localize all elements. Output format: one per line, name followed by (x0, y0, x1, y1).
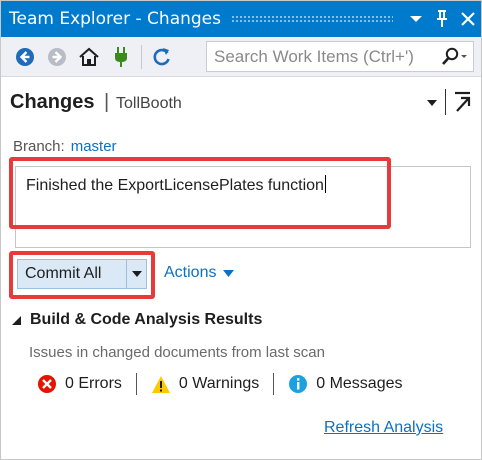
chevron-down-icon (223, 269, 235, 277)
commit-all-button[interactable]: Commit All (18, 265, 126, 283)
forward-icon (48, 47, 66, 66)
actions-label: Actions (164, 264, 217, 281)
title-grip[interactable] (231, 15, 393, 23)
home-icon (79, 47, 99, 66)
close-button[interactable] (455, 6, 481, 32)
connect-button[interactable] (107, 43, 135, 71)
section-title: Build & Code Analysis Results (30, 311, 263, 328)
page-title: Changes (10, 91, 95, 113)
navigate-to-button[interactable] (450, 89, 474, 115)
errors-label: 0 Errors (65, 375, 122, 392)
pin-button[interactable] (429, 6, 455, 32)
pin-icon (437, 10, 447, 27)
messages-label: 0 Messages (316, 375, 403, 392)
error-icon (38, 375, 56, 393)
chevron-down-icon (410, 16, 422, 22)
repo-name: TollBooth (116, 95, 182, 112)
analysis-counts: 0 Errors 0 Warnings 0 Messages (37, 373, 403, 395)
commit-message-value: Finished the ExportLicensePlates functio… (26, 177, 324, 194)
analysis-section-header[interactable]: Build & Code Analysis Results (11, 311, 262, 329)
toolbar-separator (141, 44, 142, 69)
forward-button[interactable] (43, 43, 71, 71)
search-button[interactable] (435, 42, 473, 71)
refresh-analysis-link[interactable]: Refresh Analysis (324, 419, 443, 437)
chevron-down-icon (427, 100, 437, 106)
warnings-count[interactable]: 0 Warnings (151, 375, 259, 394)
text-caret (324, 175, 326, 193)
window-title: Team Explorer - Changes (9, 9, 222, 29)
close-icon (461, 12, 475, 26)
page-dropdown-button[interactable] (424, 95, 440, 111)
title-separator: | (104, 91, 110, 113)
search-icon (442, 47, 467, 65)
toolbar (1, 37, 481, 77)
team-explorer-panel: Team Explorer - Changes Search Work Item… (0, 0, 482, 460)
commit-dropdown-button[interactable] (127, 260, 146, 288)
refresh-icon (153, 47, 170, 65)
window-menu-button[interactable] (403, 6, 429, 32)
commit-message-field[interactable]: Finished the ExportLicensePlates functio… (15, 166, 471, 248)
commit-message-text: Finished the ExportLicensePlates functio… (26, 175, 326, 195)
count-separator (135, 373, 137, 395)
commit-all-split-button: Commit All (17, 259, 147, 289)
analysis-description: Issues in changed documents from last sc… (29, 344, 325, 361)
connect-icon (115, 46, 127, 67)
count-separator (273, 373, 275, 395)
collapse-triangle-icon (12, 315, 21, 325)
branch-link[interactable]: master (71, 138, 117, 155)
search-box (206, 41, 474, 72)
branch-row: Branch: master (13, 138, 117, 155)
page-header: Changes | TollBooth (1, 81, 481, 127)
back-icon (16, 47, 34, 66)
branch-label: Branch: (13, 138, 65, 155)
chevron-down-icon (131, 271, 142, 277)
navigate-up-right-icon (455, 91, 471, 112)
header-divider (445, 89, 446, 115)
search-input[interactable] (207, 42, 435, 71)
home-button[interactable] (75, 43, 103, 71)
actions-menu[interactable]: Actions (164, 264, 235, 282)
info-icon (289, 375, 308, 393)
errors-count[interactable]: 0 Errors (37, 374, 122, 394)
warning-icon (151, 375, 170, 393)
warnings-label: 0 Warnings (178, 375, 260, 392)
back-button[interactable] (11, 43, 39, 71)
refresh-button[interactable] (148, 43, 176, 71)
messages-count[interactable]: 0 Messages (288, 374, 403, 394)
title-bar: Team Explorer - Changes (1, 1, 481, 37)
